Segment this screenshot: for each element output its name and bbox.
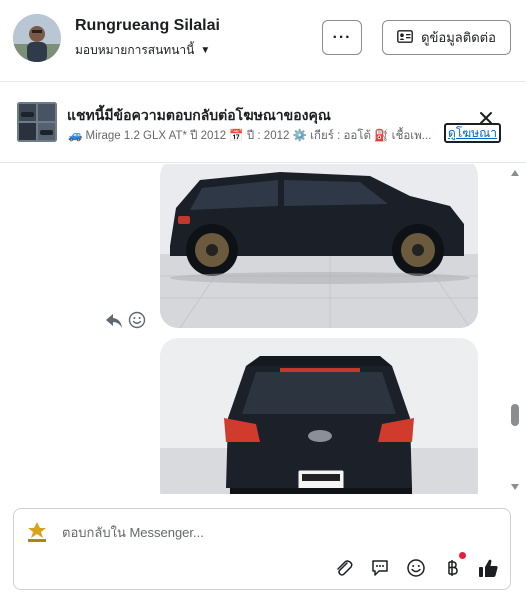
emoji-picker-icon[interactable] — [405, 557, 427, 579]
notification-dot — [459, 552, 466, 559]
message-thread[interactable] — [0, 164, 526, 494]
assign-label: มอบหมายการสนทนานี้ — [75, 43, 195, 57]
ad-banner-subtitle: 🚙 Mirage 1.2 GLX AT* ปี 2012 📅 ปี : 2012… — [68, 130, 432, 142]
message-image-car-side[interactable] — [160, 164, 478, 328]
avatar[interactable] — [13, 14, 61, 62]
message-input[interactable]: ตอบกลับใน Messenger... — [62, 522, 204, 543]
baht-icon[interactable] — [441, 557, 463, 579]
ad-banner-title: แชทนี้มีข้อความตอบกลับต่อโฆษณาของคุณ — [67, 107, 331, 123]
more-icon: ··· — [332, 28, 352, 46]
emoji-icon[interactable] — [128, 311, 146, 329]
view-contact-button[interactable]: ดูข้อมูลติดต่อ — [382, 20, 511, 55]
view-contact-label: ดูข้อมูลติดต่อ — [421, 30, 496, 45]
conversation-header: Rungrueang Silalai มอบหมายการสนทนานี้ ▼ … — [0, 0, 526, 82]
user-name[interactable]: Rungrueang Silalai — [75, 17, 220, 35]
scrollbar-thumb[interactable] — [511, 404, 519, 426]
ad-thumbnail[interactable] — [17, 102, 57, 142]
view-ad-link[interactable]: ดูโฆษณา — [444, 123, 501, 143]
saved-reply-icon[interactable] — [369, 557, 391, 579]
caret-down-icon: ▼ — [200, 45, 211, 56]
reply-icon[interactable] — [104, 312, 124, 330]
scrollbar[interactable] — [508, 164, 522, 494]
scroll-down-icon[interactable] — [511, 484, 519, 490]
page-logo — [24, 519, 50, 545]
contact-card-icon — [397, 29, 413, 46]
message-composer: ตอบกลับใน Messenger... — [13, 508, 511, 590]
attachment-icon[interactable] — [333, 557, 355, 579]
more-button[interactable]: ··· — [322, 20, 362, 55]
like-icon[interactable] — [477, 557, 499, 579]
assign-conversation-dropdown[interactable]: มอบหมายการสนทนานี้ ▼ — [75, 41, 210, 60]
message-image-car-rear[interactable] — [160, 338, 478, 494]
scroll-up-icon[interactable] — [511, 170, 519, 176]
ad-reply-banner: แชทนี้มีข้อความตอบกลับต่อโฆษณาของคุณ 🚙 M… — [0, 83, 526, 163]
